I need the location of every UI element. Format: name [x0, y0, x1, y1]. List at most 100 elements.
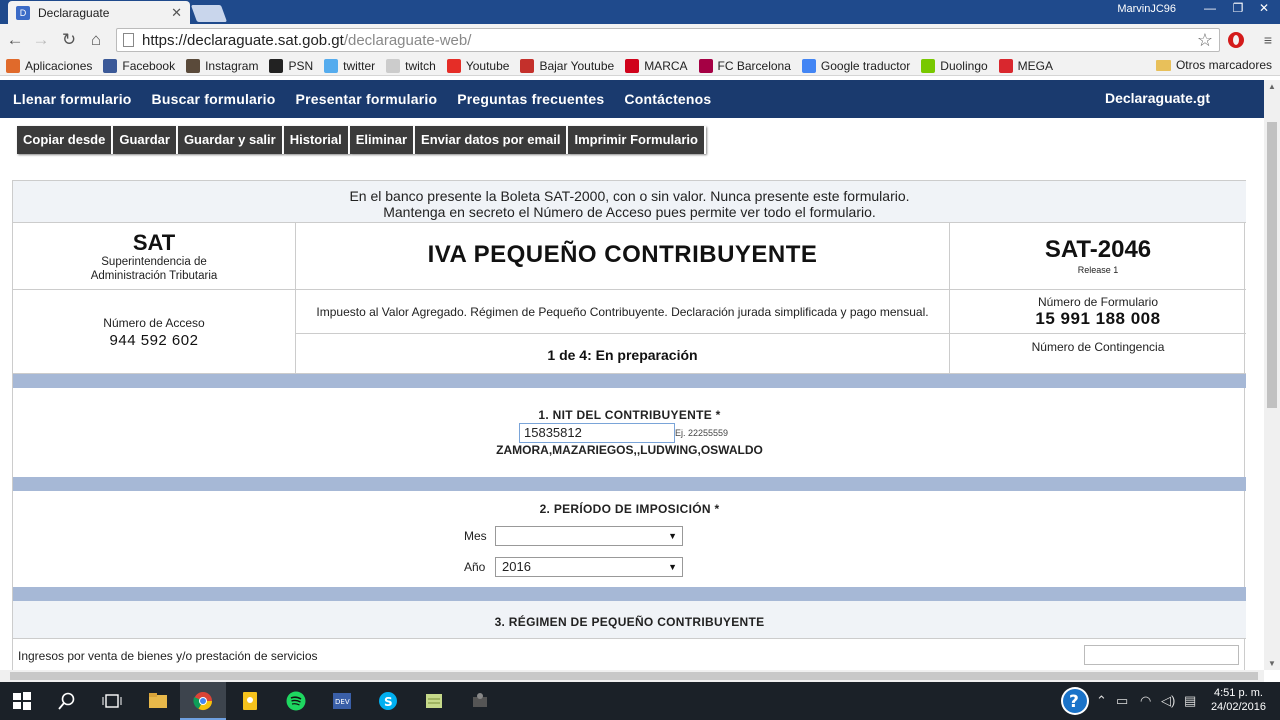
horizontal-scrollbar[interactable] — [0, 670, 1264, 682]
new-tab-button[interactable] — [190, 5, 228, 22]
declaraguate-favicon-icon: D — [16, 5, 30, 20]
nav-llenar-formulario[interactable]: Llenar formulario — [13, 91, 132, 107]
close-window-icon[interactable]: ✕ — [1250, 0, 1278, 18]
bookmark-marca[interactable]: MARCA — [625, 58, 688, 73]
month-label: Mes — [464, 529, 487, 543]
chrome-icon[interactable] — [193, 691, 213, 711]
windows-taskbar: DEV S ? ⌃ ▭ ◠ ◁) ▤ 4:51 p. m. 24/02/2016 — [0, 682, 1280, 720]
back-icon[interactable]: ← — [5, 30, 25, 50]
form-number-cell: Número de Formulario 15 991 188 008 — [950, 290, 1246, 334]
notes-app-icon[interactable] — [424, 691, 444, 711]
chrome-menu-icon[interactable]: ≡ — [1264, 32, 1272, 48]
vertical-scrollbar[interactable]: ▲ ▼ — [1264, 80, 1280, 670]
reload-icon[interactable]: ↻ — [59, 30, 79, 50]
bookmark-google-traductor[interactable]: Google traductor — [801, 58, 910, 73]
form-description: Impuesto al Valor Agregado. Régimen de P… — [316, 305, 929, 319]
nav-preguntas-frecuentes[interactable]: Preguntas frecuentes — [457, 91, 604, 107]
horizontal-scrollbar-thumb[interactable] — [10, 672, 1258, 680]
file-explorer-icon[interactable] — [148, 691, 168, 711]
history-button[interactable]: Historial — [283, 126, 350, 154]
bookmark-aplicaciones[interactable]: Aplicaciones — [6, 58, 92, 73]
page-info-icon[interactable] — [123, 33, 134, 47]
release-label: Release 1 — [1077, 265, 1119, 275]
close-tab-icon[interactable]: ✕ — [171, 5, 182, 21]
section-divider — [13, 374, 1246, 388]
scroll-down-icon[interactable]: ▼ — [1268, 659, 1276, 668]
taxpayer-name: ZAMORA,MAZARIEGOS,,LUDWING,OSWALDO — [496, 443, 763, 457]
skype-icon[interactable]: S — [378, 691, 398, 711]
delete-button[interactable]: Eliminar — [349, 126, 416, 154]
help-icon[interactable]: ? — [1060, 686, 1090, 716]
bookmark-psn[interactable]: PSN — [269, 58, 313, 73]
bookmark-star-icon[interactable]: ☆ — [1197, 30, 1213, 51]
keep-notes-icon[interactable] — [240, 691, 260, 711]
print-form-button[interactable]: Imprimir Formulario — [568, 126, 706, 154]
income-input[interactable] — [1084, 645, 1239, 665]
year-value: 2016 — [502, 559, 531, 574]
nav-buscar-formulario[interactable]: Buscar formulario — [152, 91, 276, 107]
bookmark-label: Instagram — [205, 58, 259, 73]
bookmark-twitter[interactable]: twitter — [324, 58, 376, 73]
bookmark-mega[interactable]: MEGA — [998, 58, 1053, 73]
browser-tab-declaraguate[interactable]: D Declaraguate ✕ — [8, 1, 190, 24]
status-cell: 1 de 4: En preparación — [296, 334, 950, 374]
address-bar[interactable]: https://declaraguate.sat.gob.gt/declarag… — [116, 28, 1220, 52]
svg-text:DEV: DEV — [335, 698, 350, 706]
site-navigation: Llenar formulario Buscar formulario Pres… — [0, 80, 1264, 118]
url-host: https://declaraguate.sat.gob.gt — [142, 31, 344, 49]
profile-user-label[interactable]: MarvinJC96 — [1117, 3, 1176, 15]
search-icon[interactable] — [57, 691, 77, 711]
system-clock[interactable]: 4:51 p. m. 24/02/2016 — [1211, 686, 1266, 714]
browser-toolbar: ← → ↻ ⌂ https://declaraguate.sat.gob.gt /… — [0, 24, 1280, 56]
form-status: 1 de 4: En preparación — [547, 347, 698, 363]
volume-icon[interactable]: ◁) — [1161, 693, 1175, 709]
bookmark-bajar-youtube[interactable]: Bajar Youtube — [520, 58, 614, 73]
form-number: 15 991 188 008 — [1035, 309, 1161, 328]
save-and-exit-button[interactable]: Guardar y salir — [177, 126, 284, 154]
notice-line-2: Mantenga en secreto el Número de Acceso … — [383, 204, 876, 220]
bookmark-instagram[interactable]: Instagram — [186, 58, 259, 73]
tray-expand-icon[interactable]: ⌃ — [1096, 693, 1107, 709]
nav-contactenos[interactable]: Contáctenos — [624, 91, 711, 107]
opera-extension-icon[interactable] — [1228, 32, 1244, 48]
month-select[interactable]: ▼ — [495, 526, 683, 546]
scroll-up-icon[interactable]: ▲ — [1268, 82, 1276, 91]
bookmark-label: Duolingo — [940, 58, 988, 73]
clock-time: 4:51 p. m. — [1214, 687, 1263, 699]
notifications-icon[interactable]: ▤ — [1184, 693, 1196, 709]
bookmark-youtube[interactable]: Youtube — [446, 58, 509, 73]
battery-icon[interactable]: ▭ — [1116, 693, 1128, 709]
scrollbar-thumb[interactable] — [1267, 122, 1277, 408]
minimize-icon[interactable]: — — [1196, 0, 1224, 18]
nit-input[interactable]: 15835812 — [519, 423, 675, 443]
section-1-title: 1. NIT DEL CONTRIBUYENTE * — [538, 408, 721, 422]
nav-presentar-formulario[interactable]: Presentar formulario — [296, 91, 438, 107]
task-view-icon[interactable] — [102, 691, 122, 711]
bookmark-duolingo[interactable]: Duolingo — [921, 58, 988, 73]
bookmark-label: FC Barcelona — [717, 58, 791, 73]
bookmark-fc-barcelona[interactable]: FC Barcelona — [698, 58, 791, 73]
site-brand[interactable]: Declaraguate.gt — [1105, 90, 1210, 106]
email-data-button[interactable]: Enviar datos por email — [415, 126, 569, 154]
notice-line-1: En el banco presente la Boleta SAT-2000,… — [349, 188, 910, 204]
spotify-icon[interactable] — [286, 691, 306, 711]
org-line-2: Administración Tributaria — [90, 270, 218, 282]
copy-from-button[interactable]: Copiar desde — [17, 126, 114, 154]
forward-icon[interactable]: → — [31, 30, 51, 50]
bookmark-label: twitter — [343, 58, 376, 73]
dev-cpp-icon[interactable]: DEV — [332, 691, 352, 711]
windows-start-icon[interactable] — [12, 691, 32, 711]
section-divider — [13, 477, 1246, 491]
org-line-1: Superintendencia de — [101, 256, 207, 268]
bookmark-twitch[interactable]: twitch — [386, 58, 436, 73]
restore-icon[interactable]: ❐ — [1224, 0, 1252, 18]
other-bookmarks-folder[interactable]: Otros marcadores — [1155, 58, 1272, 72]
save-button[interactable]: Guardar — [113, 126, 178, 154]
media-app-icon[interactable] — [470, 691, 490, 711]
home-icon[interactable]: ⌂ — [86, 30, 106, 50]
form-title: IVA PEQUEÑO CONTRIBUYENTE — [427, 241, 818, 268]
sat-org-cell: SAT Superintendencia de Administración T… — [13, 223, 296, 290]
bookmark-facebook[interactable]: Facebook — [103, 58, 175, 73]
network-icon[interactable]: ◠ — [1140, 693, 1151, 709]
year-select[interactable]: 2016 ▼ — [495, 557, 683, 577]
